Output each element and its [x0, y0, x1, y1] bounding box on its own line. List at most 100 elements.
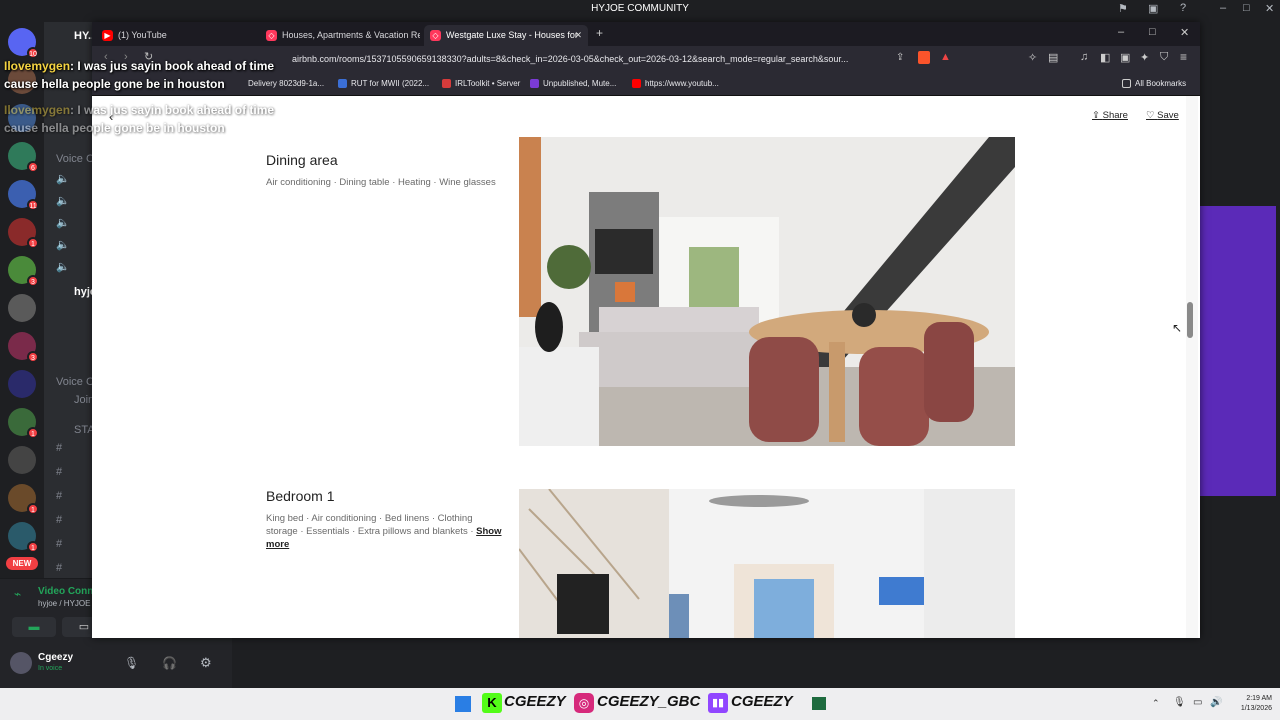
brave-shields-icon[interactable] [918, 51, 930, 64]
chat-username: Ilovemygen [4, 59, 71, 73]
settings-gear-icon[interactable]: ⚙ [200, 655, 212, 671]
badge: 3 [27, 351, 39, 363]
bookmark-item[interactable]: RUT for MWII (2022... [338, 72, 429, 96]
section-title: Dining area [266, 152, 338, 168]
speaker-icon[interactable]: 🔈 [56, 260, 70, 273]
server-icon[interactable]: 1 [8, 484, 39, 515]
tab-youtube[interactable]: ▶ (1) YouTube [96, 25, 256, 46]
scrollbar-track[interactable] [1186, 96, 1198, 638]
voice-status[interactable]: Video Conn [38, 586, 93, 597]
server-icon[interactable] [8, 370, 36, 398]
minimize-icon[interactable]: – [1220, 2, 1226, 14]
taskbar: K CGEEZY ◎ CGEEZY_GBC ▮▮ CGEEZY ⌃ 🎙 ▭ 🔊 … [0, 688, 1280, 720]
airbnb-icon: ◇ [266, 30, 277, 41]
hash-icon[interactable]: # [56, 514, 62, 526]
display-tray-icon[interactable]: ▭ [1193, 697, 1202, 708]
share-icon: ⇪ [1092, 110, 1100, 121]
bookmark-item[interactable]: IRLToolkit • Server [442, 72, 520, 96]
excel-icon[interactable] [812, 697, 826, 710]
minimize-icon[interactable]: – [1118, 26, 1124, 38]
server-icon[interactable]: 1 [8, 522, 39, 553]
bookmark-label: RUT for MWII (2022... [351, 79, 430, 88]
inbox-icon[interactable]: ⚑ [1118, 2, 1128, 15]
server-icon[interactable]: 1 [8, 218, 39, 249]
brave-rewards-icon[interactable]: ▲ [940, 51, 951, 63]
speaker-icon[interactable]: 🔈 [56, 194, 70, 207]
save-button[interactable]: ♡ Save [1146, 110, 1179, 121]
sidebar-icon[interactable]: ◧ [1100, 51, 1110, 64]
close-window-icon[interactable]: ✕ [1180, 26, 1189, 39]
all-bookmarks[interactable]: All Bookmarks [1122, 72, 1186, 96]
monitor-icon[interactable]: ▣ [1148, 2, 1158, 15]
badge: 1 [27, 427, 39, 439]
new-badge: NEW [6, 557, 38, 570]
server-icon[interactable]: 6 [8, 142, 39, 173]
help-icon[interactable]: ? [1180, 2, 1186, 14]
amenities-list: King bed · Air conditioning · Bed linens… [266, 513, 477, 537]
hash-icon[interactable]: # [56, 466, 62, 478]
home-icon[interactable]: 10 [8, 28, 39, 59]
close-icon[interactable]: ✕ [1265, 2, 1274, 15]
vpn-shield-icon[interactable]: ⛉ [1160, 51, 1168, 64]
chat-message: Ilovemygen: I was jus sayin book ahead o… [4, 57, 274, 93]
leo-ai-icon[interactable]: ✦ [1140, 51, 1149, 64]
hash-icon[interactable]: # [56, 562, 62, 574]
bookmark-label: IRLToolkit • Server [455, 79, 521, 88]
bookmark-item[interactable]: https://www.youtub... [632, 72, 719, 96]
speaker-icon[interactable]: 🔈 [56, 172, 70, 185]
heart-icon: ♡ [1146, 110, 1155, 121]
dining-room-image [519, 137, 1015, 446]
server-icon[interactable]: 3 [8, 332, 39, 363]
speaker-icon[interactable]: 🔈 [56, 216, 70, 229]
microphone-icon[interactable]: 🎙 [124, 656, 139, 670]
user-panel: Cgeezy In voice 🎙 🎧 ⚙ [0, 642, 232, 688]
signal-icon: ⌁ [14, 587, 22, 601]
badge: 1 [27, 237, 39, 249]
clock[interactable]: 2:19 AM 1/13/2026 [1241, 688, 1272, 720]
scrollbar-thumb[interactable] [1187, 302, 1193, 338]
server-icon[interactable]: 11 [8, 180, 39, 211]
voice-channel-path[interactable]: hyjoe / HYJOE C [38, 599, 98, 608]
volume-tray-icon[interactable]: 🔊 [1210, 697, 1222, 708]
dining-room-photo[interactable] [519, 137, 1015, 446]
kick-handle: CGEEZY [504, 693, 566, 710]
headphones-icon[interactable]: 🎧 [162, 656, 177, 670]
bedroom-photo[interactable] [519, 489, 1015, 638]
maximize-icon[interactable]: □ [1243, 2, 1250, 14]
menu-icon[interactable]: ≡ [1180, 50, 1187, 64]
music-icon[interactable]: ♫ [1080, 51, 1088, 63]
share-page-icon[interactable]: ⇪ [896, 52, 904, 63]
share-button[interactable]: ⇪ Share [1092, 110, 1128, 121]
badge: 1 [27, 541, 39, 553]
server-icon[interactable] [8, 294, 36, 322]
server-icon[interactable]: 3 [8, 256, 39, 287]
bookmark-label: https://www.youtub... [645, 79, 719, 88]
windows-start-icon[interactable] [455, 696, 471, 712]
youtube-icon [632, 79, 641, 89]
hash-icon[interactable]: # [56, 538, 62, 550]
username[interactable]: Cgeezy [38, 652, 73, 663]
server-icon[interactable] [8, 446, 36, 474]
chat-text: cause hella people gone be in houston [4, 77, 225, 91]
avatar[interactable] [10, 652, 32, 674]
camera-button[interactable]: ▬ [12, 617, 56, 637]
hash-icon[interactable]: # [56, 490, 62, 502]
url-field[interactable]: airbnb.com/rooms/1537105590659138330?adu… [282, 49, 892, 69]
maximize-icon[interactable]: □ [1149, 26, 1156, 38]
bookmark-item[interactable]: Unpublished, Mute... [530, 72, 616, 96]
tray-chevron-icon[interactable]: ⌃ [1152, 698, 1160, 709]
wallet-icon[interactable]: ▣ [1120, 51, 1130, 64]
clock-date: 1/13/2026 [1240, 705, 1272, 712]
server-icon[interactable]: 1 [8, 408, 39, 439]
hash-icon[interactable]: # [56, 442, 62, 454]
speaker-icon[interactable]: 🔈 [56, 238, 70, 251]
tab-westgate-listing[interactable]: ◇ Westgate Luxe Stay - Houses for ✕ [424, 25, 588, 46]
mic-tray-icon[interactable]: 🎙 [1173, 697, 1186, 708]
all-bookmarks-label: All Bookmarks [1135, 79, 1187, 88]
tab-airbnb-search[interactable]: ◇ Houses, Apartments & Vacation Rent [260, 25, 420, 46]
tab-search-icon[interactable]: ▤ [1048, 51, 1058, 64]
close-tab-icon[interactable]: ✕ [574, 25, 582, 46]
kick-icon: K [482, 693, 502, 713]
new-tab-icon[interactable]: + [596, 26, 603, 40]
extensions-icon[interactable]: ✧ [1028, 51, 1037, 64]
